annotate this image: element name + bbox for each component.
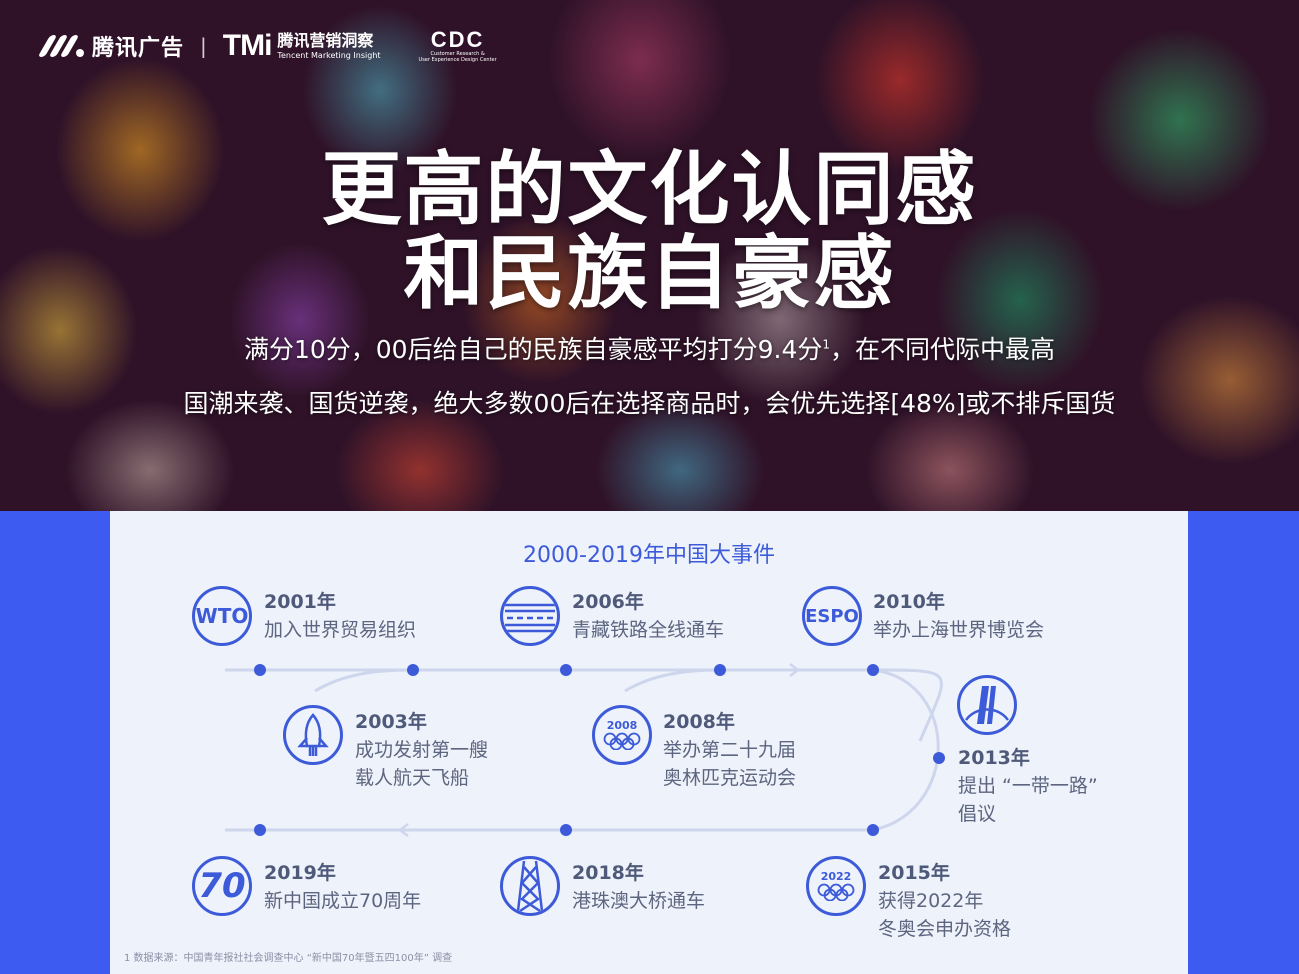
- cdc-logo-text: CDC: [430, 27, 485, 52]
- logo-separator: |: [200, 34, 207, 58]
- event-2018: 2018年 港珠澳大桥通车: [572, 859, 705, 915]
- olympics-2008-label: 2008: [606, 719, 638, 732]
- track-curve-right: [872, 668, 943, 832]
- timeline-panel: 2000-2019年中国大事件 WTO 2001年 加入世界贸易组织 2006年…: [110, 511, 1188, 974]
- expo-icon: ESPO: [802, 586, 862, 646]
- olympics-2022-label: 2022: [820, 870, 852, 883]
- event-desc: 提出 “一带一路” 倡议: [958, 775, 1098, 825]
- event-year: 2003年: [355, 711, 427, 733]
- event-year: 2001年: [264, 591, 336, 613]
- page-title: 更高的文化认同感 和民族自豪感: [0, 148, 1299, 316]
- source-footnote: 1 数据来源：中国青年报社社会调查中心 “新中国70年暨五四100年” 调查: [124, 953, 453, 964]
- track-dot: [407, 664, 419, 676]
- logo-bar: 腾讯广告 | TMi 腾讯营销洞察 Tencent Marketing Insi…: [37, 26, 497, 66]
- event-2013: 2013年 提出 “一带一路” 倡议: [958, 744, 1098, 828]
- subtitle-1: 满分10分，00后给自己的民族自豪感平均打分9.4分1，在不同代际中最高: [0, 330, 1299, 366]
- subtitle-1-main: 满分10分，00后给自己的民族自豪感平均打分9.4分: [243, 335, 823, 364]
- event-year: 2006年: [572, 591, 644, 613]
- wto-icon: WTO: [192, 586, 252, 646]
- event-desc: 加入世界贸易组织: [264, 619, 417, 641]
- event-year: 2019年: [264, 862, 336, 884]
- hero-banner: 腾讯广告 | TMi 腾讯营销洞察 Tencent Marketing Insi…: [0, 0, 1299, 511]
- subtitle-1-tail: ，在不同代际中最高: [830, 335, 1056, 364]
- event-desc: 举办上海世界博览会: [873, 619, 1045, 641]
- title-line-1: 更高的文化认同感: [321, 143, 978, 236]
- track-arc-2: [624, 668, 721, 693]
- event-desc: 港珠澳大桥通车: [572, 890, 706, 912]
- event-desc: 新中国成立70周年: [264, 890, 422, 912]
- event-desc: 举办第二十九届 奥林匹克运动会: [663, 739, 797, 789]
- event-2001: 2001年 加入世界贸易组织: [264, 588, 416, 644]
- rocket-icon: [283, 705, 343, 765]
- event-2003: 2003年 成功发射第一艘 载人航天飞船: [355, 708, 488, 792]
- event-year: 2015年: [878, 862, 950, 884]
- brand-tencent-ads: 腾讯广告: [92, 36, 185, 61]
- track-dot: [867, 824, 879, 836]
- footnote-marker: 1: [822, 337, 830, 352]
- event-2008: 2008年 举办第二十九届 奥林匹克运动会: [663, 708, 796, 792]
- olympic-rings-icon: [603, 732, 641, 750]
- tmi-text: 腾讯营销洞察 Tencent Marketing Insight: [277, 30, 381, 60]
- olympics-2022-icon: 2022: [806, 856, 866, 916]
- track-dot: [254, 824, 266, 836]
- tmi-logo: TMi: [222, 29, 273, 62]
- track-dot: [933, 752, 945, 764]
- event-2010: 2010年 举办上海世界博览会: [873, 588, 1044, 644]
- event-year: 2010年: [873, 591, 945, 613]
- event-desc: 获得2022年 冬奥会申办资格: [878, 890, 1012, 940]
- event-year: 2018年: [572, 862, 644, 884]
- track-dot: [867, 664, 879, 676]
- title-line-2: 和民族自豪感: [403, 227, 896, 320]
- subtitle-2: 国潮来袭、国货逆袭，绝大多数00后在选择商品时，会优先选择[48%]或不排斥国货: [183, 389, 1116, 418]
- track-dot: [560, 664, 572, 676]
- bridge-icon: [500, 856, 560, 916]
- track-dot: [714, 664, 726, 676]
- cdc-sub2: User Experience Design Center: [418, 57, 497, 63]
- seventy-icon: 70: [192, 856, 252, 916]
- track-dot: [560, 824, 572, 836]
- event-2019: 2019年 新中国成立70周年: [264, 859, 421, 915]
- event-desc: 成功发射第一艘 载人航天飞船: [355, 739, 489, 789]
- tmi-en: Tencent Marketing Insight: [277, 50, 381, 60]
- olympics-2008-icon: 2008: [592, 705, 652, 765]
- event-year: 2013年: [958, 747, 1030, 769]
- event-year: 2008年: [663, 711, 735, 733]
- cdc-logo: CDC Customer Research & User Experience …: [418, 27, 497, 64]
- tencent-ads-logo-icon: [37, 32, 86, 60]
- olympic-rings-icon: [817, 883, 855, 901]
- track-dot: [254, 664, 266, 676]
- railway-icon: [500, 586, 560, 646]
- event-2015: 2015年 获得2022年 冬奥会申办资格: [878, 859, 1011, 943]
- event-desc: 青藏铁路全线通车: [572, 619, 725, 641]
- belt-road-icon: [957, 675, 1017, 735]
- event-2006: 2006年 青藏铁路全线通车: [572, 588, 724, 644]
- track-arc-1: [314, 668, 411, 693]
- tmi-cn: 腾讯营销洞察: [277, 30, 374, 50]
